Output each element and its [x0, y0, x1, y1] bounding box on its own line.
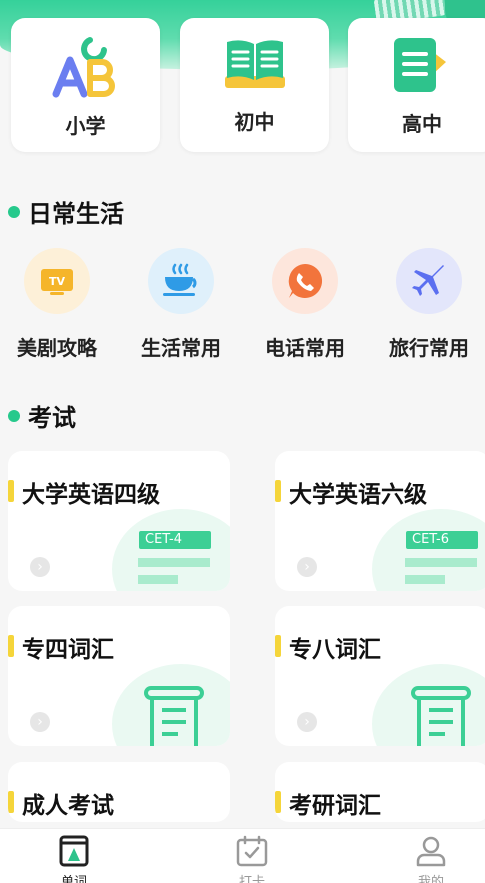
scroll-document-icon — [144, 686, 204, 746]
exam-card-cet4[interactable]: 大学英语四级 CET-4 › — [8, 451, 230, 591]
daily-icon-circle: TV — [24, 248, 90, 314]
level-card-senior[interactable]: 高中 — [348, 18, 485, 152]
exam-card-title: 专八词汇 — [289, 637, 381, 663]
title-marker — [8, 635, 14, 657]
exam-card-cet6[interactable]: 大学英语六级 CET-6 › — [275, 451, 485, 591]
section-dot — [8, 205, 20, 218]
exam-section-title: 考试 — [8, 398, 76, 433]
airplane-icon — [412, 265, 444, 296]
daily-icon-circle — [148, 248, 214, 314]
daily-life-list: TV 美剧攻略 生活常用 电话常用 旅行常用 — [0, 245, 485, 365]
daily-item-life[interactable]: 生活常用 — [119, 245, 243, 361]
daily-item-travel[interactable]: 旅行常用 — [367, 245, 485, 361]
nav-label: 单词 — [60, 875, 87, 883]
daily-icon-circle — [396, 248, 462, 314]
title-marker — [8, 480, 14, 502]
daily-item-phone[interactable]: 电话常用 — [243, 245, 367, 361]
nav-item-checkin[interactable]: 打卡 — [202, 835, 302, 883]
notebook-icon — [394, 38, 446, 92]
open-book-icon — [224, 40, 285, 88]
exam-card-postgrad[interactable]: 考研词汇 — [275, 762, 485, 822]
calendar-check-icon — [236, 835, 268, 867]
bottom-nav: 单词 打卡 我的 — [0, 828, 485, 883]
section-title-text: 考试 — [28, 404, 76, 432]
exam-card-tem8[interactable]: 专八词汇 › — [275, 606, 485, 746]
chevron-right-icon[interactable]: › — [297, 712, 317, 732]
nav-label: 我的 — [417, 875, 444, 883]
card-decoration-line — [405, 558, 477, 567]
abc-letters-icon — [52, 37, 115, 98]
level-label: 小学 — [65, 114, 106, 138]
daily-item-label: 美剧攻略 — [17, 336, 97, 360]
svg-text:TV: TV — [49, 275, 66, 288]
daily-item-label: 旅行常用 — [389, 336, 469, 360]
exam-card-title: 专四词汇 — [22, 637, 114, 663]
nav-label: 打卡 — [238, 875, 265, 883]
exam-card-tem4[interactable]: 专四词汇 › — [8, 606, 230, 746]
daily-icon-circle — [272, 248, 338, 314]
title-marker — [275, 791, 281, 813]
exam-card-adult[interactable]: 成人考试 — [8, 762, 230, 822]
level-label: 高中 — [402, 112, 442, 136]
level-cards: 小学 初中 高中 — [11, 18, 485, 152]
daily-section-title: 日常生活 — [8, 194, 124, 229]
word-book-icon — [59, 835, 89, 867]
daily-item-label: 生活常用 — [141, 336, 221, 360]
phone-icon — [288, 263, 323, 298]
coffee-cup-icon — [163, 263, 197, 296]
chevron-right-icon[interactable]: › — [30, 557, 50, 577]
tv-icon: TV — [41, 269, 73, 295]
section-title-text: 日常生活 — [28, 200, 124, 228]
card-decoration-line — [138, 575, 178, 584]
chevron-right-icon[interactable]: › — [297, 557, 317, 577]
section-dot — [8, 409, 20, 422]
scroll-document-icon — [411, 686, 471, 746]
exam-card-title: 大学英语六级 — [289, 482, 427, 508]
level-label: 初中 — [234, 110, 275, 134]
title-marker — [275, 480, 281, 502]
level-card-junior[interactable]: 初中 — [180, 18, 329, 152]
daily-item-label: 电话常用 — [265, 336, 345, 360]
cet-badge: CET-4 — [139, 531, 211, 549]
nav-item-words[interactable]: 单词 — [24, 835, 124, 883]
exam-card-title: 成人考试 — [22, 793, 114, 819]
title-marker — [8, 791, 14, 813]
card-decoration-line — [405, 575, 445, 584]
level-card-primary[interactable]: 小学 — [11, 18, 160, 152]
daily-item-tv[interactable]: TV 美剧攻略 — [0, 245, 119, 361]
title-marker — [275, 635, 281, 657]
exam-card-title: 考研词汇 — [289, 793, 381, 819]
user-icon — [416, 836, 446, 867]
cet-badge: CET-6 — [406, 531, 478, 549]
exam-card-title: 大学英语四级 — [22, 482, 160, 508]
chevron-right-icon[interactable]: › — [30, 712, 50, 732]
nav-item-me[interactable]: 我的 — [381, 835, 481, 883]
card-decoration-line — [138, 558, 210, 567]
